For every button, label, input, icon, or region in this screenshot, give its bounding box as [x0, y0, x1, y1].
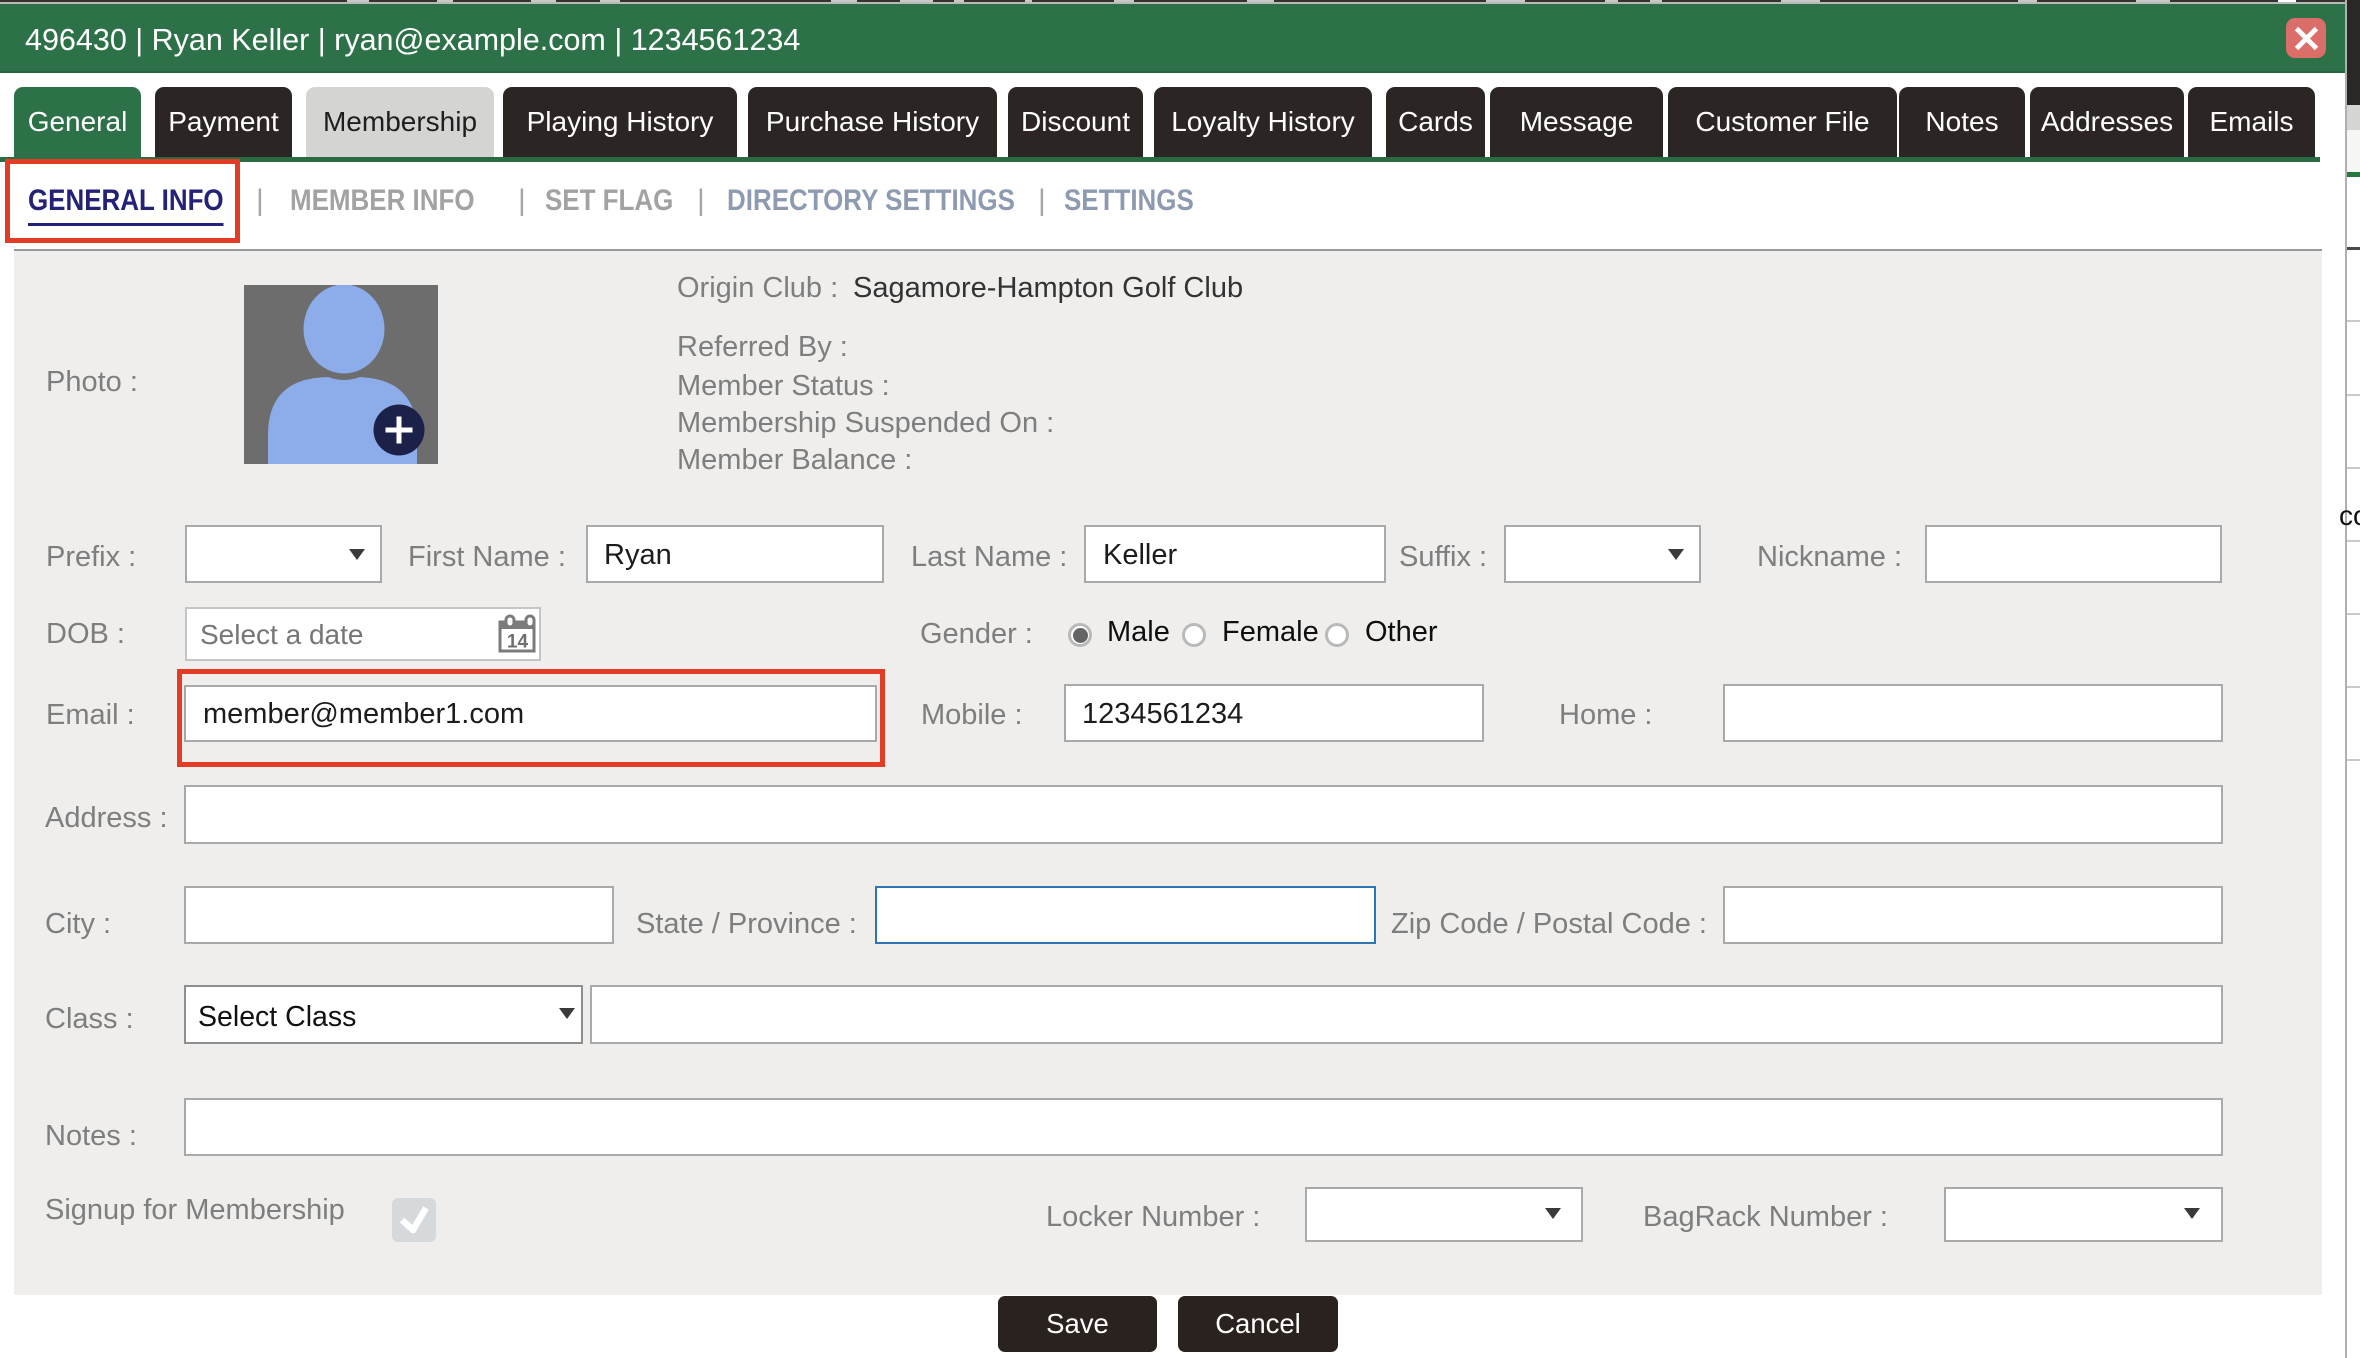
- svg-text:14: 14: [507, 632, 529, 653]
